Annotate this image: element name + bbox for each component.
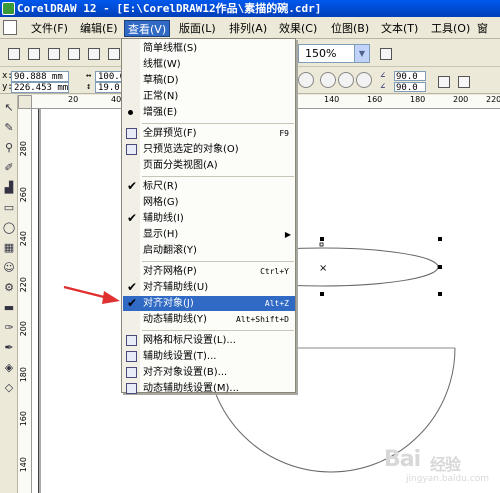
menu-item-guidelines[interactable]: ✔ 辅助线(I) bbox=[123, 211, 295, 226]
menu-item-snap-to-grid[interactable]: 对齐网格(P) Ctrl+Y bbox=[123, 264, 295, 279]
ellipse-node[interactable] bbox=[319, 242, 324, 247]
checkmark-icon: ✔ bbox=[126, 280, 138, 294]
menu-separator bbox=[142, 123, 294, 124]
menu-item-wireframe[interactable]: 线框(W) bbox=[123, 57, 295, 72]
watermark-brand: Bai bbox=[384, 447, 421, 472]
menu-separator bbox=[142, 176, 294, 177]
menu-item-normal[interactable]: 正常(N) bbox=[123, 89, 295, 104]
selection-handles[interactable] bbox=[320, 237, 442, 296]
monitor-icon bbox=[126, 128, 137, 139]
checkmark-icon: ✔ bbox=[126, 211, 138, 225]
menu-item-snap-to-guidelines[interactable]: ✔ 对齐辅助线(U) bbox=[123, 280, 295, 295]
menu-item-snap-objects-setup[interactable]: 对齐对象设置(B)... bbox=[123, 365, 295, 380]
menu-item-draft[interactable]: 草稿(D) bbox=[123, 73, 295, 88]
dynamic-guide-settings-icon bbox=[126, 383, 137, 394]
watermark-url: jingyan.baidu.com bbox=[406, 474, 490, 484]
menu-item-dynamic-guides-setup[interactable]: 动态辅助线设置(M)... bbox=[123, 381, 295, 394]
menu-item-guidelines-setup[interactable]: 辅助线设置(T)... bbox=[123, 349, 295, 364]
submenu-arrow-icon: ▶ bbox=[284, 230, 291, 239]
menu-item-full-screen-preview[interactable]: 全屏预览(F) F9 bbox=[123, 126, 295, 141]
menu-item-dynamic-guides[interactable]: 动态辅助线(Y) Alt+Shift+D bbox=[123, 312, 295, 327]
center-marker-icon: × bbox=[319, 263, 327, 274]
radio-dot-icon bbox=[128, 110, 133, 115]
menu-item-grid[interactable]: 网格(G) bbox=[123, 195, 295, 210]
menu-separator bbox=[142, 330, 294, 331]
checkmark-icon: ✔ bbox=[126, 179, 138, 193]
menu-separator bbox=[142, 261, 294, 262]
red-annotation-arrow-icon bbox=[63, 285, 120, 304]
menu-item-rulers[interactable]: ✔ 标尺(R) bbox=[123, 179, 295, 194]
baidu-watermark: Bai 经验 jingyan.baidu.com bbox=[384, 447, 500, 487]
coreldraw-window: CorelDRAW 12 - [E:\CorelDRAW12作品\素描的碗.cd… bbox=[0, 0, 500, 493]
grid-settings-icon bbox=[126, 335, 137, 346]
menu-item-grid-ruler-setup[interactable]: 网格和标尺设置(L)... bbox=[123, 333, 295, 348]
menu-item-preview-selected-only[interactable]: 只预览选定的对象(O) bbox=[123, 142, 295, 157]
menu-item-enable-rollover[interactable]: 启动翻滚(Y) bbox=[123, 243, 295, 258]
menu-item-snap-to-objects[interactable]: ✔ 对齐对象(J) Alt+Z bbox=[123, 296, 295, 311]
menu-item-show[interactable]: 显示(H) ▶ bbox=[123, 227, 295, 242]
menu-item-enhanced[interactable]: 增强(E) bbox=[123, 105, 295, 120]
snap-settings-icon bbox=[126, 367, 137, 378]
checkmark-icon: ✔ bbox=[126, 296, 138, 310]
selected-preview-icon bbox=[126, 144, 137, 155]
menu-item-simple-wireframe[interactable]: 简单线框(S) bbox=[123, 41, 295, 56]
guideline-settings-icon bbox=[126, 351, 137, 362]
view-menu-dropdown: 简单线框(S) 线框(W) 草稿(D) 正常(N) 增强(E) 全屏预览(F) … bbox=[121, 38, 296, 394]
watermark-suffix: 经验 bbox=[430, 455, 461, 474]
menu-item-page-sorter-view[interactable]: 页面分类视图(A) bbox=[123, 158, 295, 173]
